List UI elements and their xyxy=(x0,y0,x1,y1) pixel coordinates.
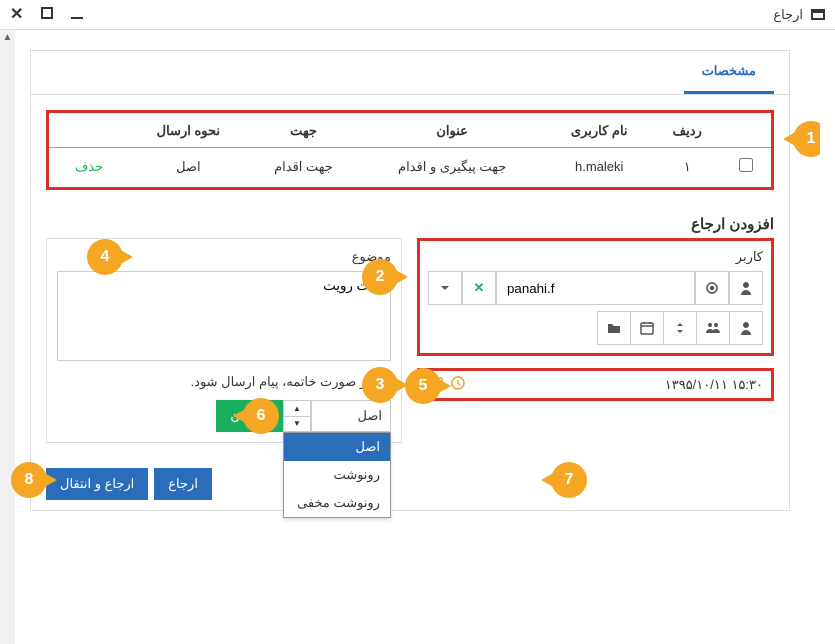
dropdown-item-original[interactable]: اصل xyxy=(284,433,390,461)
th-title: عنوان xyxy=(359,115,545,148)
form-area: 2 کاربر ✕ xyxy=(31,238,789,458)
user-toolbar xyxy=(428,311,763,345)
recipients-table: ردیف نام کاربری عنوان جهت نحوه ارسال xyxy=(49,115,771,185)
group-icon[interactable] xyxy=(696,311,730,345)
sendtype-dropdown: اصل رونوشت رونوشت مخفی xyxy=(283,432,391,518)
calendar-icon[interactable] xyxy=(630,311,664,345)
sendtype-select[interactable]: اصل xyxy=(311,400,391,432)
terminate-label: در صورت خاتمه، پیام ارسال شود. xyxy=(191,374,372,390)
cell-username: h.maleki xyxy=(545,148,654,186)
callout-8: 8 xyxy=(11,462,47,498)
window-icon xyxy=(811,9,825,20)
th-action xyxy=(49,115,129,148)
table-row: ۱ h.maleki جهت پیگیری و اقدام جهت اقدام … xyxy=(49,148,771,186)
th-username: نام کاربری xyxy=(545,115,654,148)
refer-button[interactable]: ارجاع xyxy=(154,468,212,500)
folder-icon[interactable] xyxy=(597,311,631,345)
callout-1: 1 xyxy=(793,121,820,157)
th-row: ردیف xyxy=(654,115,721,148)
window-controls: ✕ xyxy=(10,7,83,23)
window-title: ارجاع xyxy=(773,7,803,23)
user-dropdown-button[interactable] xyxy=(428,271,462,305)
callout-4: 4 xyxy=(87,239,123,275)
titlebar: ارجاع ✕ xyxy=(0,0,835,30)
callout-6: 6 xyxy=(243,398,279,434)
user-box: 2 کاربر ✕ xyxy=(417,238,774,356)
cell-title: جهت پیگیری و اقدام xyxy=(359,148,545,186)
clock-icon[interactable] xyxy=(450,375,466,394)
subject-textarea[interactable] xyxy=(57,271,391,361)
datetime-box: 3 ۱۳۹۵/۱۰/۱۱ ۱۵:۳۰ xyxy=(417,368,774,401)
single-user-icon[interactable] xyxy=(729,311,763,345)
action-bar: ارجاع ارجاع و انتقال 7 8 ↖ xyxy=(31,458,789,510)
callout-3: 3 xyxy=(362,367,398,403)
datetime-text: ۱۳۹۵/۱۰/۱۱ ۱۵:۳۰ xyxy=(665,377,763,393)
th-sendtype: نحوه ارسال xyxy=(129,115,248,148)
user-input[interactable] xyxy=(496,271,695,305)
callout-7: 7 xyxy=(551,462,587,498)
clear-user-button[interactable]: ✕ xyxy=(462,271,496,305)
user-input-row: ✕ xyxy=(428,271,763,305)
delete-link[interactable]: حذف xyxy=(75,159,103,174)
target-icon[interactable] xyxy=(695,271,729,305)
tabs: مشخصات xyxy=(31,51,789,95)
close-button[interactable]: ✕ xyxy=(10,7,23,23)
refer-transfer-button[interactable]: ارجاع و انتقال xyxy=(46,468,148,500)
recipients-table-wrap: 1 ردیف نام کاربری عنوان جهت نحوه ارسال xyxy=(46,110,774,190)
tab-properties[interactable]: مشخصات xyxy=(684,51,774,94)
dropdown-item-copy[interactable]: رونوشت xyxy=(284,461,390,489)
section-title: افزودن ارجاع xyxy=(31,205,789,238)
cell-sendtype: اصل xyxy=(129,148,248,186)
callout-5: 5 xyxy=(405,368,441,404)
th-direction: جهت xyxy=(248,115,360,148)
user-label: کاربر xyxy=(428,249,763,265)
row-checkbox[interactable] xyxy=(739,158,753,172)
sendtype-row: اصل ▲ ▼ افزودن 6 اصل رونوشت رونو xyxy=(57,400,391,432)
th-checkbox xyxy=(721,115,771,148)
cell-row: ۱ xyxy=(654,148,721,186)
main-card: مشخصات 1 ردیف نام کاربری عنوان جهت xyxy=(30,50,790,511)
sort-icon[interactable] xyxy=(663,311,697,345)
terminate-checkbox-row: در صورت خاتمه، پیام ارسال شود. 5 xyxy=(57,374,391,390)
right-column: 2 کاربر ✕ xyxy=(417,238,774,443)
cell-direction: جهت اقدام xyxy=(248,148,360,186)
subject-label: موضوع 4 xyxy=(57,249,391,265)
sendtype-stepper[interactable]: ▲ ▼ xyxy=(283,400,311,432)
window: ارجاع ✕ ▲ مشخصات 1 xyxy=(0,0,835,644)
maximize-button[interactable] xyxy=(41,7,53,23)
content-area: مشخصات 1 ردیف نام کاربری عنوان جهت xyxy=(0,30,820,644)
minimize-button[interactable] xyxy=(71,7,83,23)
stepper-down[interactable]: ▼ xyxy=(284,417,310,432)
left-column: موضوع 4 در صورت خاتمه، پیام ارسال شود. 5… xyxy=(46,238,402,443)
dropdown-item-hidden[interactable]: رونوشت مخفی xyxy=(284,489,390,517)
stepper-up[interactable]: ▲ xyxy=(284,401,310,417)
user-icon[interactable] xyxy=(729,271,763,305)
callout-2: 2 xyxy=(362,259,398,295)
